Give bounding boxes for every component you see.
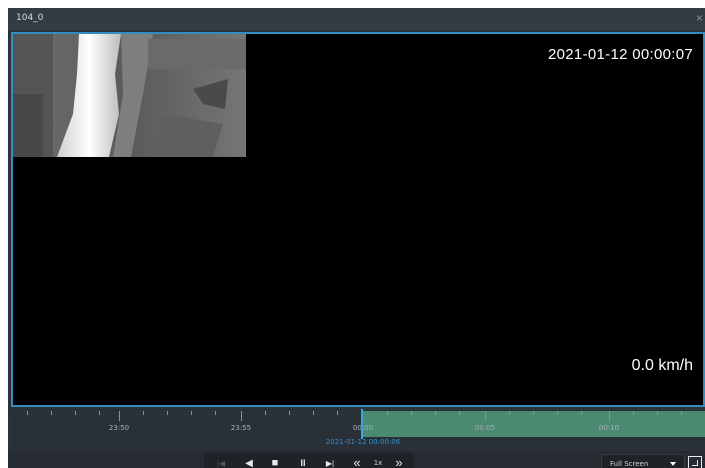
timeline-label: 23:55 [230,424,252,432]
faster-button[interactable]: » [392,456,406,468]
vehicle-speed: 0.0 km/h [631,357,693,374]
timeline-tick [633,411,634,415]
timeline-label: 23:50 [108,424,130,432]
video-frame-image [13,34,246,157]
timeline-tick [143,411,144,415]
playback-controls: |◀ ◀ ■ II ▶| « 1x » Full Screen [8,451,705,468]
playback-speed-label: 1x [373,459,383,467]
timeline-tick [51,411,52,415]
timeline-tick [215,411,216,415]
first-frame-button[interactable]: |◀ [214,457,228,468]
timeline-tick [509,411,510,415]
timeline-tick [657,411,658,415]
timeline-tick [167,411,168,415]
timeline-tick [27,411,28,415]
timeline-tick [435,411,436,415]
timeline-tick [265,411,266,415]
close-icon[interactable]: × [696,11,703,25]
timeline-tick [581,411,582,415]
pause-button[interactable]: II [296,457,310,468]
timeline-major-tick [119,411,120,421]
chevron-down-icon[interactable] [670,462,676,466]
timeline-tick [75,411,76,415]
timeline-major-tick [241,411,242,421]
timeline-tick [337,411,338,415]
timeline-tick [313,411,314,415]
video-thumbnail [13,34,246,157]
timeline-tick [387,411,388,415]
timeline-tick [533,411,534,415]
timeline-label: 00:00 [352,424,374,432]
timeline-tick [289,411,290,415]
timeline-tick [99,411,100,415]
timeline-tick [411,411,412,415]
timeline-current-time: 2021-01-12 00:00:06 [325,438,401,446]
playback-window: 104_0 × 2021-01-12 00:00:07 0.0 km/h 23:… [8,8,705,468]
timeline-tick [191,411,192,415]
timeline-label: 00:10 [598,424,620,432]
timeline-label: 00:05 [474,424,496,432]
video-timestamp: 2021-01-12 00:00:07 [548,46,693,63]
window-title: 104_0 [16,13,44,23]
slower-button[interactable]: « [350,456,364,468]
step-forward-button[interactable]: ▶| [322,457,338,468]
timeline-playhead[interactable] [361,409,363,439]
timeline-bar[interactable]: 23:50 23:55 00:00 00:05 00:10 2021-01-12… [11,409,705,451]
timeline-ruler[interactable]: 23:50 23:55 00:00 00:05 00:10 [11,409,705,439]
view-mode-select[interactable]: Full Screen [601,454,685,468]
view-mode-value: Full Screen [610,460,649,468]
timeline-tick [557,411,558,415]
timeline-major-tick [609,411,610,421]
fullscreen-icon[interactable] [688,456,702,468]
play-backward-button[interactable]: ◀ [242,457,256,468]
video-viewer[interactable]: 2021-01-12 00:00:07 0.0 km/h [11,32,705,407]
timeline-tick [681,411,682,415]
stop-button[interactable]: ■ [268,457,282,468]
playback-button-group: |◀ ◀ ■ II ▶| « 1x » [204,453,414,468]
timeline-major-tick [485,411,486,421]
title-bar: 104_0 × [8,8,705,30]
timeline-tick [459,411,460,415]
